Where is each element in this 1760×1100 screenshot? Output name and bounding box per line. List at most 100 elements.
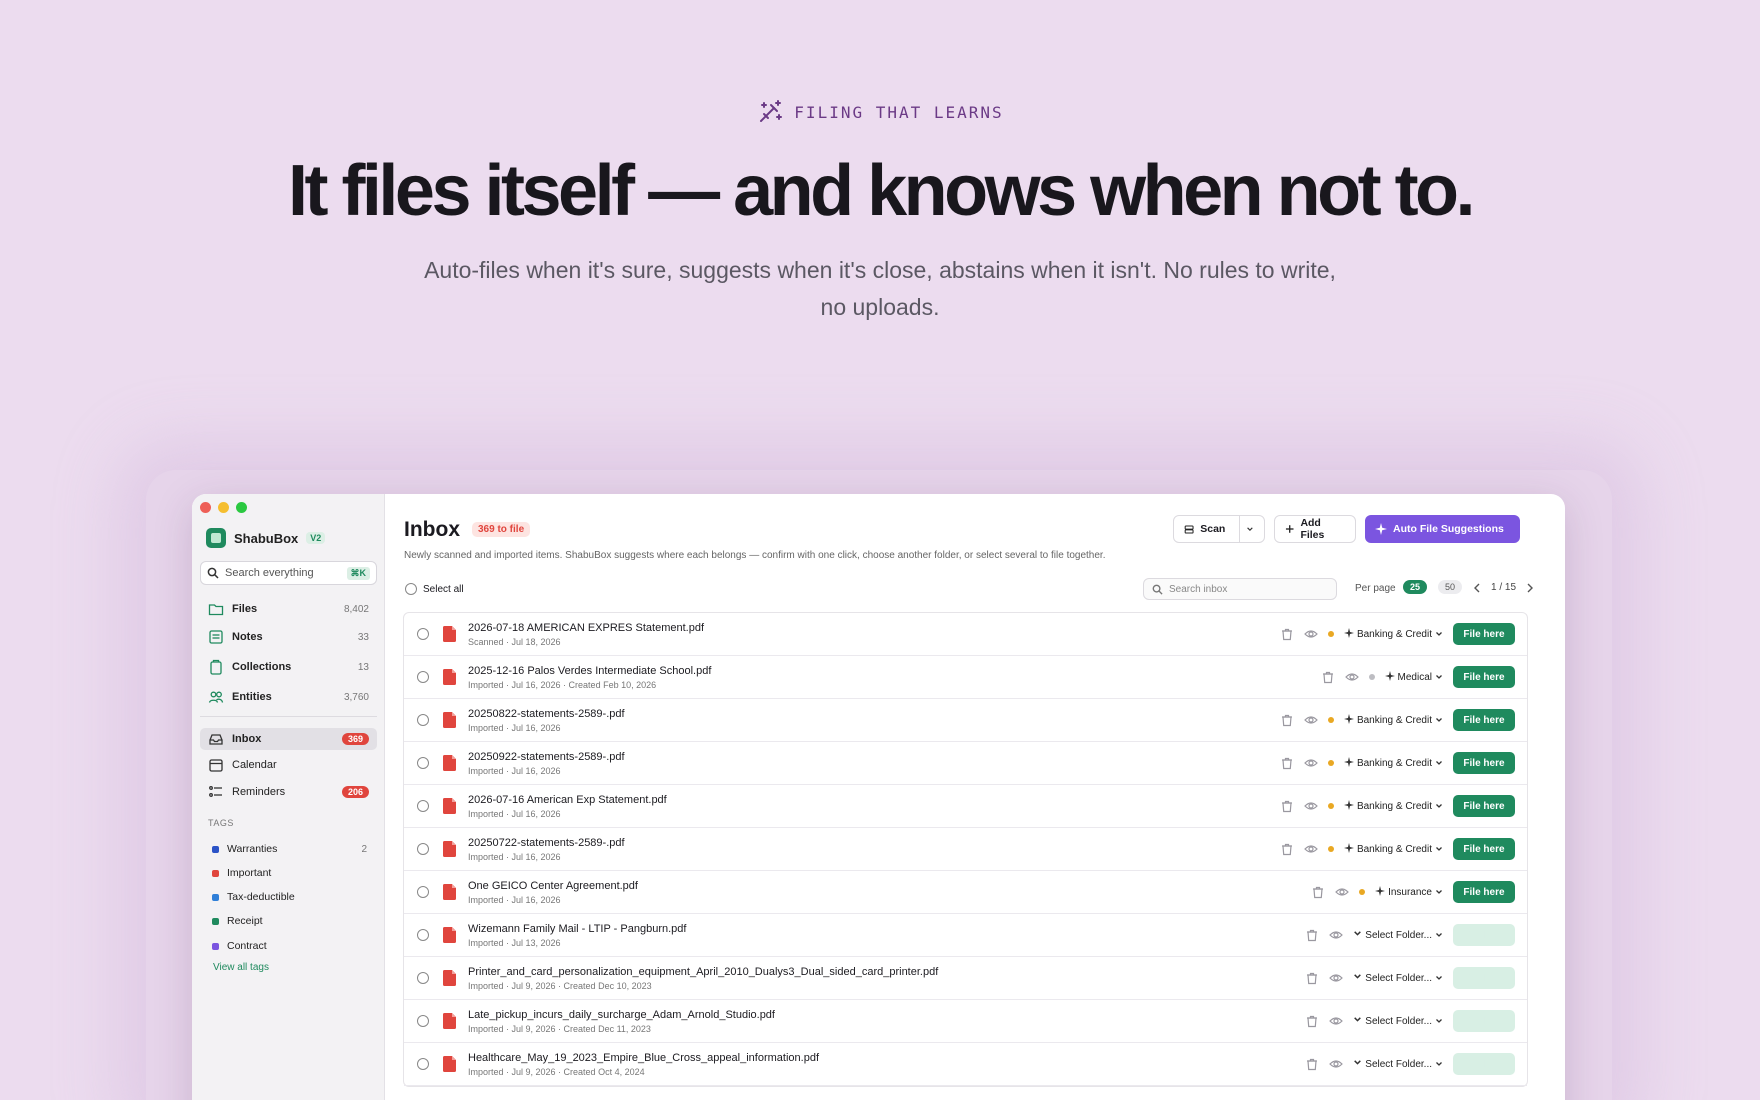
global-search-input[interactable]: Search everything ⌘K	[200, 561, 377, 585]
file-here-button[interactable]: File here	[1453, 881, 1515, 903]
select-all-checkbox[interactable]: Select all	[405, 583, 464, 595]
file-here-button[interactable]: File here	[1453, 838, 1515, 860]
sidebar-item-entities[interactable]: Entities 3,760	[200, 686, 377, 708]
sidebar-item-collections[interactable]: Collections 13	[200, 656, 377, 678]
eye-icon[interactable]	[1329, 971, 1344, 985]
view-all-tags-link[interactable]: View all tags	[213, 962, 269, 973]
eye-icon[interactable]	[1304, 842, 1318, 856]
close-window-button[interactable]	[200, 502, 211, 513]
table-row[interactable]: Printer_and_card_personalization_equipme…	[404, 957, 1527, 1000]
table-row[interactable]: 20250722-statements-2589-.pdf Imported ·…	[404, 828, 1527, 871]
chevron-left-icon[interactable]	[1473, 583, 1481, 593]
file-here-button[interactable]: File here	[1453, 1053, 1515, 1075]
tag-important[interactable]: Important	[212, 864, 367, 882]
trash-icon[interactable]	[1321, 670, 1335, 684]
folder-select[interactable]: Banking & Credit	[1343, 713, 1443, 727]
trash-icon[interactable]	[1280, 799, 1294, 813]
sidebar-item-notes[interactable]: Notes 33	[200, 626, 377, 648]
sidebar-item-calendar[interactable]: Calendar	[200, 754, 377, 776]
trash-icon[interactable]	[1311, 885, 1325, 899]
eye-icon[interactable]	[1335, 885, 1349, 899]
scan-button[interactable]: Scan	[1173, 515, 1265, 543]
eye-icon[interactable]	[1329, 1057, 1344, 1071]
trash-icon[interactable]	[1305, 1057, 1319, 1071]
eye-icon[interactable]	[1329, 1014, 1344, 1028]
file-here-button[interactable]: File here	[1453, 924, 1515, 946]
eye-icon[interactable]	[1304, 756, 1318, 770]
row-checkbox[interactable]	[417, 671, 429, 683]
chevron-right-icon[interactable]	[1526, 583, 1534, 593]
confidence-dot	[1368, 674, 1375, 680]
per-page-25-option[interactable]: 25	[1403, 580, 1428, 594]
table-row[interactable]: Wizemann Family Mail - LTIP - Pangburn.p…	[404, 914, 1527, 957]
trash-icon[interactable]	[1305, 1014, 1319, 1028]
row-actions: Banking & Credit File here	[1280, 838, 1515, 860]
eye-icon[interactable]	[1344, 670, 1359, 684]
table-row[interactable]: Late_pickup_incurs_daily_surcharge_Adam_…	[404, 1000, 1527, 1043]
zoom-window-button[interactable]	[236, 502, 247, 513]
tag-warranties[interactable]: Warranties 2	[212, 840, 367, 858]
minimize-window-button[interactable]	[218, 502, 229, 513]
per-page-50-option[interactable]: 50	[1438, 580, 1463, 594]
trash-icon[interactable]	[1305, 971, 1319, 985]
row-checkbox[interactable]	[417, 757, 429, 769]
sidebar-item-files[interactable]: Files 8,402	[200, 598, 377, 620]
auto-file-suggestions-button[interactable]: Auto File Suggestions	[1365, 515, 1520, 543]
row-checkbox[interactable]	[417, 843, 429, 855]
trash-icon[interactable]	[1305, 928, 1319, 942]
row-checkbox[interactable]	[417, 929, 429, 941]
sidebar-item-reminders[interactable]: Reminders 206	[200, 781, 377, 803]
chevron-down-icon[interactable]	[1246, 524, 1254, 534]
table-row[interactable]: 20250922-statements-2589-.pdf Imported ·…	[404, 742, 1527, 785]
trash-icon[interactable]	[1280, 756, 1294, 770]
folder-select[interactable]: Banking & Credit	[1343, 627, 1443, 641]
row-checkbox[interactable]	[417, 1058, 429, 1070]
folder-select[interactable]: Select Folder...	[1353, 972, 1443, 984]
file-meta: Imported · Jul 16, 2026	[468, 723, 561, 733]
sparkle-icon	[1375, 885, 1386, 899]
table-row[interactable]: 2026-07-18 AMERICAN EXPRES Statement.pdf…	[404, 613, 1527, 656]
folder-select[interactable]: Medical	[1384, 670, 1443, 684]
tag-receipt[interactable]: Receipt	[212, 912, 367, 930]
folder-select[interactable]: Banking & Credit	[1343, 799, 1443, 813]
tag-tax-deductible[interactable]: Tax-deductible	[212, 888, 367, 906]
folder-select[interactable]: Banking & Credit	[1343, 756, 1443, 770]
eye-icon[interactable]	[1304, 627, 1318, 641]
tag-contract[interactable]: Contract	[212, 937, 367, 955]
folder-select[interactable]: Select Folder...	[1353, 1058, 1443, 1070]
eye-icon[interactable]	[1329, 928, 1344, 942]
file-here-button[interactable]: File here	[1453, 666, 1515, 688]
file-here-button[interactable]: File here	[1453, 1010, 1515, 1032]
row-checkbox[interactable]	[417, 800, 429, 812]
row-checkbox[interactable]	[417, 1015, 429, 1027]
eye-icon[interactable]	[1304, 713, 1318, 727]
folder-select[interactable]: Select Folder...	[1353, 929, 1443, 941]
trash-icon[interactable]	[1280, 627, 1294, 641]
table-row[interactable]: 2026-07-16 American Exp Statement.pdf Im…	[404, 785, 1527, 828]
row-checkbox[interactable]	[417, 972, 429, 984]
table-row[interactable]: 2025-12-16 Palos Verdes Intermediate Sch…	[404, 656, 1527, 699]
table-row[interactable]: Healthcare_May_19_2023_Empire_Blue_Cross…	[404, 1043, 1527, 1086]
folder-select[interactable]: Select Folder...	[1353, 1015, 1443, 1027]
file-name: Healthcare_May_19_2023_Empire_Blue_Cross…	[468, 1052, 820, 1064]
row-checkbox[interactable]	[417, 628, 429, 640]
sidebar-item-inbox[interactable]: Inbox 369	[200, 728, 377, 750]
trash-icon[interactable]	[1280, 842, 1294, 856]
folder-select[interactable]: Insurance	[1375, 885, 1443, 899]
file-here-button[interactable]: File here	[1453, 795, 1515, 817]
eye-icon[interactable]	[1304, 799, 1318, 813]
row-checkbox[interactable]	[417, 886, 429, 898]
file-here-button[interactable]: File here	[1453, 709, 1515, 731]
file-here-button[interactable]: File here	[1453, 623, 1515, 645]
inbox-search-input[interactable]: Search inbox	[1143, 578, 1337, 600]
table-row[interactable]: One GEICO Center Agreement.pdf Imported …	[404, 871, 1527, 914]
row-checkbox[interactable]	[417, 714, 429, 726]
folder-select[interactable]: Banking & Credit	[1343, 842, 1443, 856]
table-row[interactable]: 20250822-statements-2589-.pdf Imported ·…	[404, 699, 1527, 742]
add-files-button[interactable]: Add Files	[1274, 515, 1356, 543]
row-actions: Select Folder... File here	[1305, 1010, 1515, 1032]
file-here-button[interactable]: File here	[1453, 967, 1515, 989]
pdf-file-icon	[443, 669, 456, 685]
file-here-button[interactable]: File here	[1453, 752, 1515, 774]
trash-icon[interactable]	[1280, 713, 1294, 727]
